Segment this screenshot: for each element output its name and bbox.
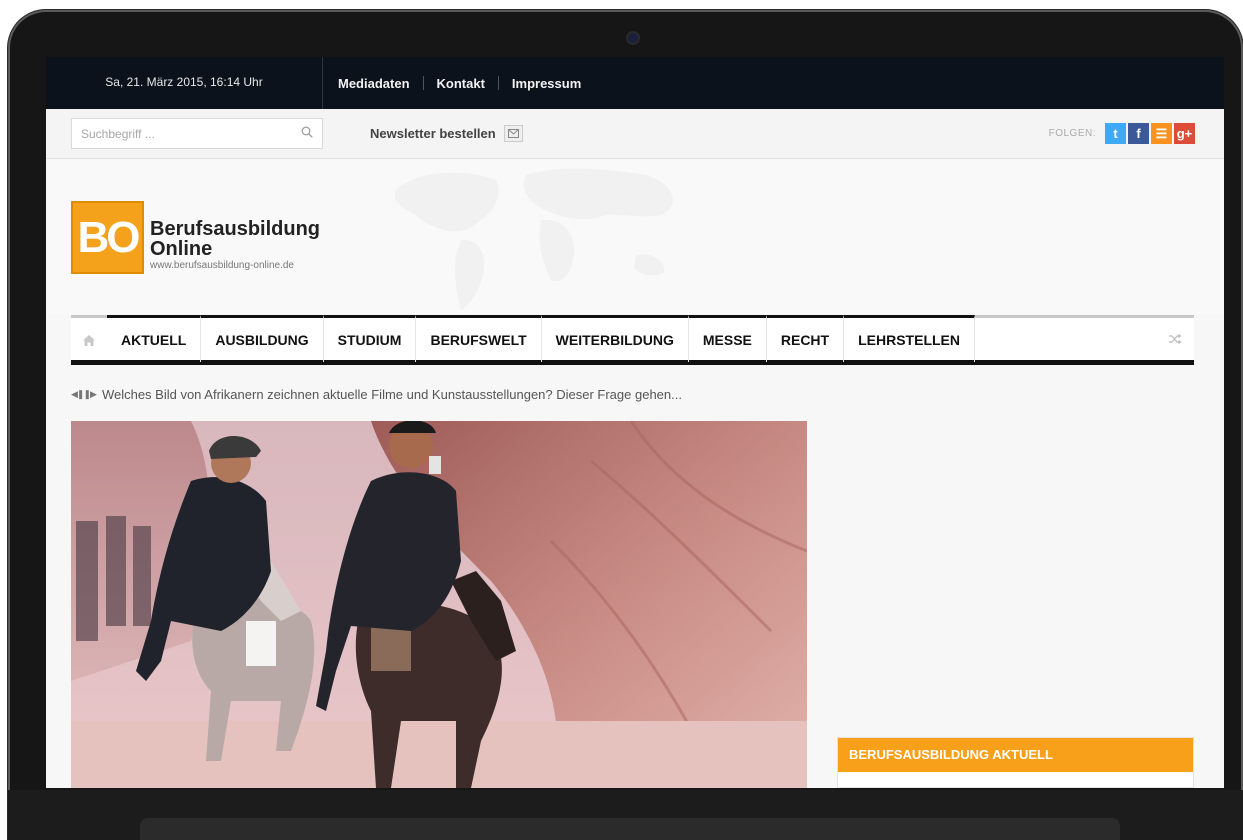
search-box bbox=[71, 118, 323, 149]
nav-item-aktuell[interactable]: AKTUELL bbox=[107, 315, 202, 362]
newsletter-link[interactable]: Newsletter bestellen bbox=[370, 125, 523, 142]
logo-url: www.berufsausbildung-online.de bbox=[150, 260, 294, 271]
nav-item-studium[interactable]: STUDIUM bbox=[323, 315, 417, 362]
link-kontakt[interactable]: Kontakt bbox=[437, 76, 485, 91]
home-icon[interactable] bbox=[71, 315, 107, 362]
laptop-hinge bbox=[140, 818, 1120, 840]
current-date: Sa, 21. März 2015, 16:14 Uhr bbox=[46, 57, 323, 109]
facebook-icon[interactable]: f bbox=[1128, 123, 1149, 144]
nav-item-berufswelt[interactable]: BERUFSWELT bbox=[416, 315, 542, 362]
twitter-icon[interactable]: t bbox=[1105, 123, 1126, 144]
site-logo[interactable]: BO Berufsausbildung Online www.berufsaus… bbox=[71, 201, 320, 274]
google-plus-icon[interactable]: g+ bbox=[1174, 123, 1195, 144]
top-links: Mediadaten Kontakt Impressum bbox=[338, 57, 581, 109]
nav-item-recht[interactable]: RECHT bbox=[766, 315, 845, 362]
search-input[interactable] bbox=[72, 119, 292, 148]
news-ticker: ◀❚❚▶ Welches Bild von Afrikanern zeichne… bbox=[71, 387, 682, 402]
social-follow: FOLGEN: t f ☰ g+ bbox=[1049, 123, 1195, 144]
nav-item-weiterbildung[interactable]: WEITERBILDUNG bbox=[541, 315, 689, 362]
sidebar-box-title: BERUFSAUSBILDUNG AKTUELL bbox=[838, 738, 1193, 772]
logo-text: Berufsausbildung Online www.berufsausbil… bbox=[150, 219, 320, 271]
nav-item-ausbildung[interactable]: AUSBILDUNG bbox=[201, 315, 324, 362]
nav-item-messe[interactable]: MESSE bbox=[688, 315, 767, 362]
divider bbox=[497, 76, 499, 90]
main-navigation: AKTUELL AUSBILDUNG STUDIUM BERUFSWELT WE… bbox=[71, 315, 1194, 365]
ticker-controls-icon[interactable]: ◀❚❚▶ bbox=[71, 389, 97, 400]
nav-item-lehrstellen[interactable]: LEHRSTELLEN bbox=[844, 315, 975, 362]
browser-screen: Sa, 21. März 2015, 16:14 Uhr Mediadaten … bbox=[46, 57, 1224, 788]
newsletter-label: Newsletter bestellen bbox=[370, 126, 496, 141]
ticker-headline[interactable]: Welches Bild von Afrikanern zeichnen akt… bbox=[102, 387, 682, 402]
follow-label: FOLGEN: bbox=[1048, 128, 1096, 139]
rss-icon[interactable]: ☰ bbox=[1151, 123, 1172, 144]
search-icon[interactable] bbox=[301, 126, 313, 138]
sidebar-box: BERUFSAUSBILDUNG AKTUELL bbox=[837, 737, 1194, 788]
site-header: BO Berufsausbildung Online www.berufsaus… bbox=[46, 160, 1224, 315]
utility-bar: Newsletter bestellen FOLGEN: t f ☰ g+ bbox=[46, 109, 1224, 159]
logo-title-line2: Online bbox=[150, 238, 213, 260]
world-map-background bbox=[394, 168, 673, 310]
top-bar: Sa, 21. März 2015, 16:14 Uhr Mediadaten … bbox=[46, 57, 1224, 109]
logo-title-line1: Berufsausbildung bbox=[150, 218, 321, 240]
hero-image[interactable] bbox=[71, 421, 807, 788]
divider bbox=[422, 76, 424, 90]
link-mediadaten[interactable]: Mediadaten bbox=[338, 76, 410, 91]
webcam bbox=[628, 33, 638, 43]
link-impressum[interactable]: Impressum bbox=[512, 76, 581, 91]
shuffle-icon[interactable] bbox=[1168, 332, 1182, 346]
mail-icon[interactable] bbox=[503, 125, 523, 142]
logo-mark: BO bbox=[71, 201, 144, 274]
